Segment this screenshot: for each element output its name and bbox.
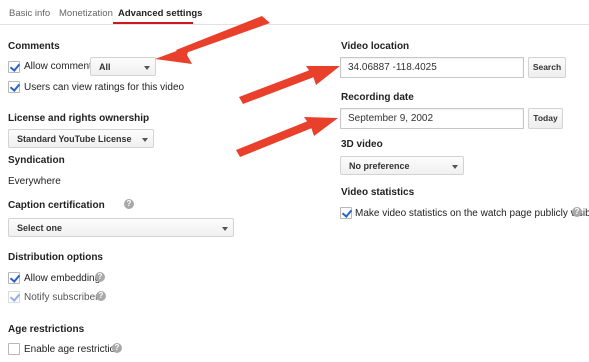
red-arrow-icon (155, 16, 270, 64)
red-arrow-icon (239, 66, 340, 104)
red-arrow-icon (236, 117, 338, 157)
annotation-arrows (155, 16, 340, 157)
